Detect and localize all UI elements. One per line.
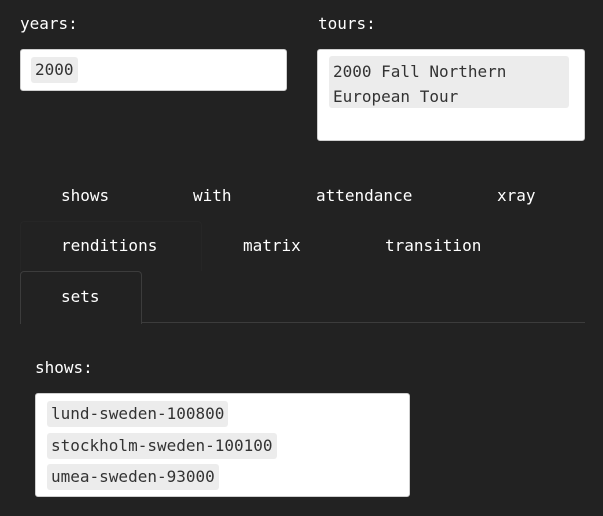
years-select[interactable]: 2000	[20, 49, 287, 91]
tours-label: tours:	[318, 14, 376, 33]
shows-select[interactable]: lund-sweden-100800 stockholm-sweden-1001…	[35, 393, 410, 497]
shows-label: shows:	[35, 358, 93, 377]
years-chip-2000[interactable]: 2000	[31, 57, 78, 83]
tab-xray[interactable]: xray	[497, 186, 536, 206]
years-label: years:	[20, 14, 78, 33]
tours-chip-line2: European Tour	[333, 87, 459, 106]
tab-matrix[interactable]: matrix	[243, 236, 301, 256]
tab-attendance[interactable]: attendance	[316, 186, 412, 206]
tab-with[interactable]: with	[193, 186, 232, 206]
shows-chip-umea[interactable]: umea-sweden-93000	[47, 464, 219, 490]
tours-chip[interactable]: 2000 Fall Northern European Tour	[329, 56, 569, 108]
tours-select[interactable]: 2000 Fall Northern European Tour	[317, 49, 585, 141]
shows-chip-lund[interactable]: lund-sweden-100800	[47, 401, 229, 427]
shows-chip-stockholm[interactable]: stockholm-sweden-100100	[47, 433, 277, 459]
tab-transition[interactable]: transition	[385, 236, 481, 256]
tab-sets[interactable]: sets	[61, 287, 100, 307]
tab-shows[interactable]: shows	[61, 186, 109, 206]
tours-chip-line1: 2000 Fall Northern	[333, 62, 507, 81]
tab-renditions[interactable]: renditions	[61, 236, 157, 256]
